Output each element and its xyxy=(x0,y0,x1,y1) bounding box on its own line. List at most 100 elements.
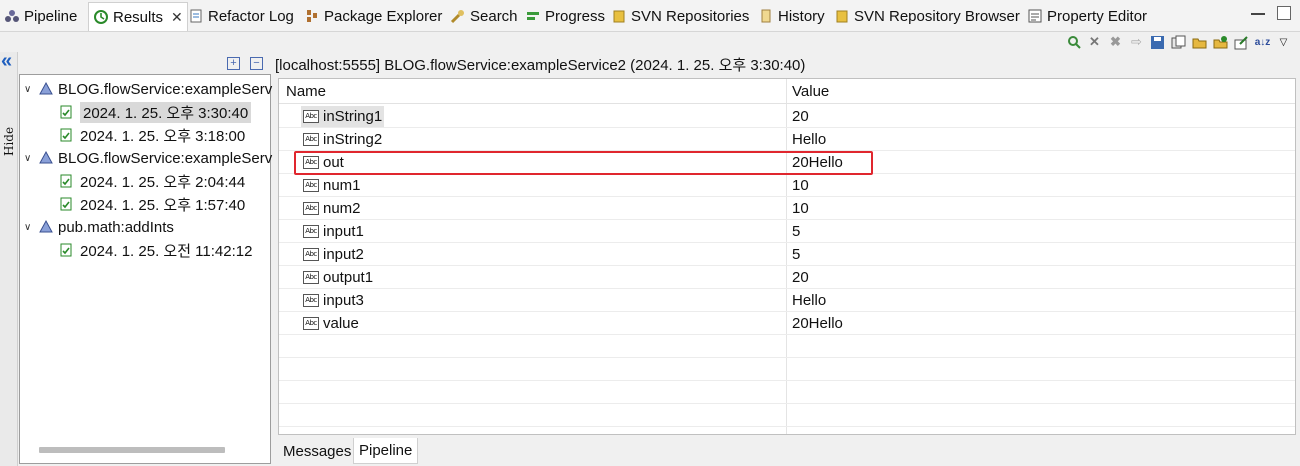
row-value: 10 xyxy=(792,200,809,217)
row-value: Hello xyxy=(792,131,827,148)
table-row[interactable]: Abc input1 5 xyxy=(279,220,1295,243)
tab-progress[interactable]: Progress xyxy=(525,4,605,28)
tab-property-editor[interactable]: Property Editor xyxy=(1027,4,1147,28)
svn-repositories-icon xyxy=(611,8,627,24)
row-name: Abc num2 xyxy=(301,198,363,219)
row-name-text: inString2 xyxy=(323,131,383,148)
open-folder-icon[interactable] xyxy=(1191,34,1208,51)
package-explorer-icon xyxy=(304,8,320,24)
column-header-value[interactable]: Value xyxy=(792,83,829,100)
row-value: Hello xyxy=(792,292,827,309)
tree-horizontal-scrollbar[interactable] xyxy=(19,446,249,454)
expand-all-icon[interactable]: + xyxy=(227,57,240,70)
table-row[interactable]: Abc output1 20 xyxy=(279,266,1295,289)
string-type-icon: Abc xyxy=(303,202,319,215)
table-row[interactable]: Abc input3 Hello xyxy=(279,289,1295,312)
table-row[interactable]: Abc inString1 20 xyxy=(279,105,1295,128)
remove-all-icon[interactable]: ✖ xyxy=(1107,34,1124,51)
row-name-text: input3 xyxy=(323,292,364,309)
table-row[interactable]: Abc num1 10 xyxy=(279,174,1295,197)
table-header: Name Value xyxy=(279,79,1295,104)
result-doc-icon xyxy=(58,196,74,212)
tab-messages-label: Messages xyxy=(283,442,352,460)
table-row-empty xyxy=(279,358,1295,381)
pipeline-icon xyxy=(4,8,20,24)
table-row-empty xyxy=(279,335,1295,358)
tree-item[interactable]: 2024. 1. 25. 오전 11:42:12 xyxy=(58,239,252,261)
row-name-text: input2 xyxy=(323,246,364,263)
table-row[interactable]: Abc value 20Hello xyxy=(279,312,1295,335)
run-filter-icon[interactable] xyxy=(1065,34,1082,51)
collapse-chevron-icon[interactable]: « xyxy=(1,51,12,71)
row-name-text: value xyxy=(323,315,359,332)
tab-package-explorer[interactable]: Package Explorer xyxy=(304,4,442,28)
tab-progress-label: Progress xyxy=(545,7,606,25)
tab-search-label: Search xyxy=(470,7,518,25)
tree-item[interactable]: ∨ BLOG.flowService:exampleServ xyxy=(24,78,272,100)
tab-property-editor-label: Property Editor xyxy=(1047,7,1148,25)
tab-refactor-log[interactable]: Refactor Log xyxy=(188,4,294,28)
hide-label: Hide xyxy=(2,126,16,156)
table-row[interactable]: Abc input2 5 xyxy=(279,243,1295,266)
row-name-text: num2 xyxy=(323,200,361,217)
tab-pipeline[interactable]: Pipeline xyxy=(4,4,77,28)
tab-history[interactable]: History xyxy=(758,4,825,28)
remove-icon[interactable]: ✕ xyxy=(1086,34,1103,51)
tab-svn-repositories-label: SVN Repositories xyxy=(631,7,750,25)
tab-search[interactable]: Search xyxy=(450,4,518,28)
history-icon xyxy=(758,8,774,24)
progress-icon xyxy=(525,8,541,24)
string-type-icon: Abc xyxy=(303,271,319,284)
copy-icon[interactable] xyxy=(1170,34,1187,51)
annotation-highlight-box xyxy=(294,151,873,175)
tree-item[interactable]: 2024. 1. 25. 오후 1:57:40 xyxy=(58,193,245,215)
minimize-button[interactable] xyxy=(1251,11,1265,15)
tree-item-label: 2024. 1. 25. 오후 3:30:40 xyxy=(80,101,252,123)
tab-results-label: Results xyxy=(113,8,164,26)
tab-results[interactable]: Results ✕ xyxy=(88,2,188,31)
tab-svn-repositories[interactable]: SVN Repositories xyxy=(611,4,749,28)
tab-pipeline-bottom-label: Pipeline xyxy=(359,442,413,459)
close-icon[interactable]: ✕ xyxy=(171,9,183,26)
table-row[interactable]: Abc num2 10 xyxy=(279,197,1295,220)
row-name: Abc input3 xyxy=(301,290,366,311)
string-type-icon: Abc xyxy=(303,179,319,192)
expand-chevron-icon[interactable]: ∨ xyxy=(24,84,38,95)
tree-item[interactable]: 2024. 1. 25. 오후 2:04:44 xyxy=(58,170,245,192)
column-header-name[interactable]: Name xyxy=(286,83,326,100)
string-type-icon: Abc xyxy=(303,294,319,307)
collapse-all-icon[interactable]: − xyxy=(250,57,263,70)
maximize-button[interactable] xyxy=(1277,6,1291,20)
tab-package-explorer-label: Package Explorer xyxy=(324,7,443,25)
load-icon[interactable] xyxy=(1212,34,1229,51)
expand-chevron-icon[interactable]: ∨ xyxy=(24,222,38,233)
tab-svn-repository-browser-label: SVN Repository Browser xyxy=(854,7,1020,25)
tab-history-label: History xyxy=(778,7,825,25)
save-icon[interactable] xyxy=(1149,34,1166,51)
string-type-icon: Abc xyxy=(303,110,319,123)
tree-item[interactable]: 2024. 1. 25. 오후 3:30:40 xyxy=(58,101,252,123)
tab-refactor-log-label: Refactor Log xyxy=(208,7,294,25)
sort-az-icon[interactable]: a↓z xyxy=(1254,34,1271,51)
row-value: 20 xyxy=(792,269,809,286)
expand-chevron-icon[interactable]: ∨ xyxy=(24,153,38,164)
row-name: Abc input1 xyxy=(301,221,366,242)
row-name-text: output1 xyxy=(323,269,374,286)
scrollbar-thumb[interactable] xyxy=(39,447,225,453)
view-menu-icon[interactable]: ▽ xyxy=(1275,34,1292,51)
tree-item[interactable]: ∨ BLOG.flowService:exampleServ xyxy=(24,147,272,169)
row-name-text: inString1 xyxy=(323,108,383,125)
tree-item[interactable]: 2024. 1. 25. 오후 3:18:00 xyxy=(58,124,245,146)
row-name: Abc inString2 xyxy=(301,129,384,150)
svn-repository-browser-icon xyxy=(834,8,850,24)
table-row[interactable]: Abc inString2 Hello xyxy=(279,128,1295,151)
tab-svn-repository-browser[interactable]: SVN Repository Browser xyxy=(834,4,1020,28)
tab-messages[interactable]: Messages xyxy=(278,438,356,464)
row-value: 20Hello xyxy=(792,315,843,332)
service-icon xyxy=(38,81,54,97)
export-icon[interactable] xyxy=(1233,34,1250,51)
hide-sidebar-strip[interactable]: « Hide xyxy=(0,51,18,466)
forward-arrow-icon[interactable]: ⇨ xyxy=(1128,34,1145,51)
tab-pipeline-bottom[interactable]: Pipeline xyxy=(353,438,419,464)
tree-item[interactable]: ∨ pub.math:addInts xyxy=(24,216,174,238)
